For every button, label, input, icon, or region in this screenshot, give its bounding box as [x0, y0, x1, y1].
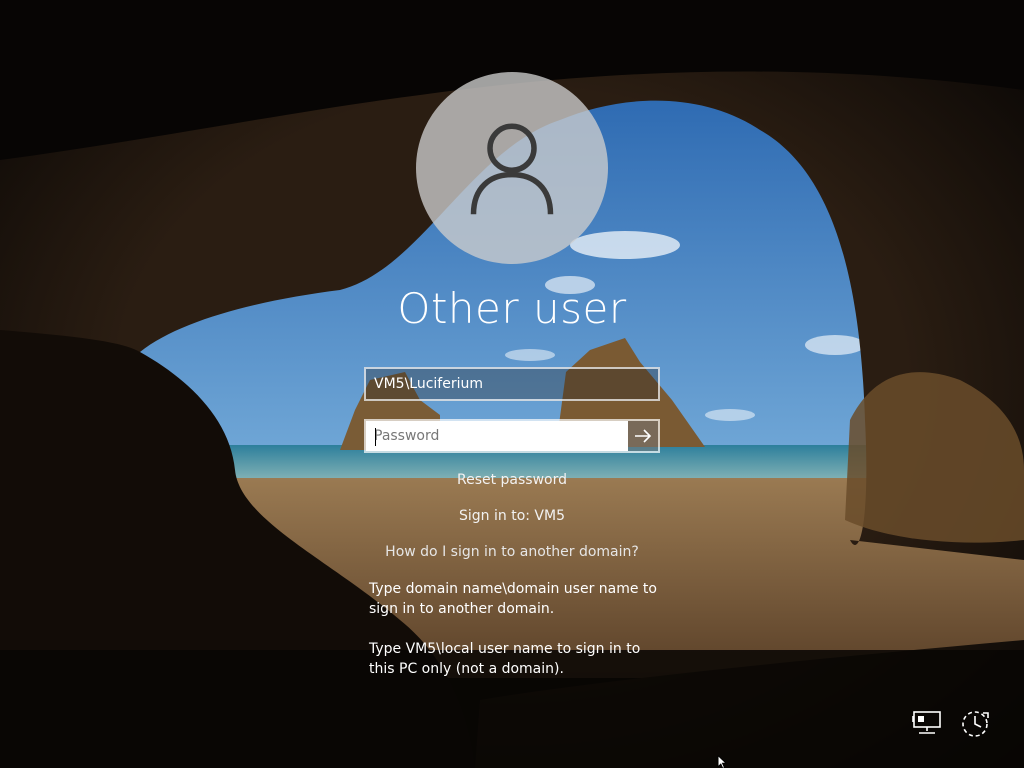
- mouse-cursor-icon: [717, 755, 727, 768]
- password-input[interactable]: [366, 421, 628, 451]
- user-silhouette-icon: [470, 123, 554, 215]
- local-instructions-text: Type VM5\local user name to sign in to t…: [369, 641, 641, 677]
- user-display-name: Other user: [397, 284, 627, 333]
- reset-password-link[interactable]: Reset password: [0, 472, 1024, 488]
- user-avatar: [416, 72, 608, 264]
- sign-in-to-label: Sign in to: VM5: [459, 508, 565, 524]
- network-icon: [912, 711, 941, 734]
- ease-of-access-button[interactable]: [958, 706, 992, 740]
- username-value: VM5\Luciferium: [374, 376, 483, 392]
- username-field[interactable]: VM5\Luciferium: [364, 367, 660, 401]
- password-field-wrapper: [366, 421, 628, 451]
- arrow-right-icon: [635, 429, 652, 443]
- ease-of-access-icon: [962, 711, 989, 737]
- submit-button[interactable]: [628, 421, 658, 451]
- password-row: [364, 419, 660, 453]
- text-caret: [375, 428, 376, 446]
- other-domain-help-link[interactable]: How do I sign in to another domain?: [0, 544, 1024, 560]
- network-button[interactable]: [910, 706, 944, 740]
- domain-instructions-text: Type domain name\domain user name to sig…: [369, 581, 657, 617]
